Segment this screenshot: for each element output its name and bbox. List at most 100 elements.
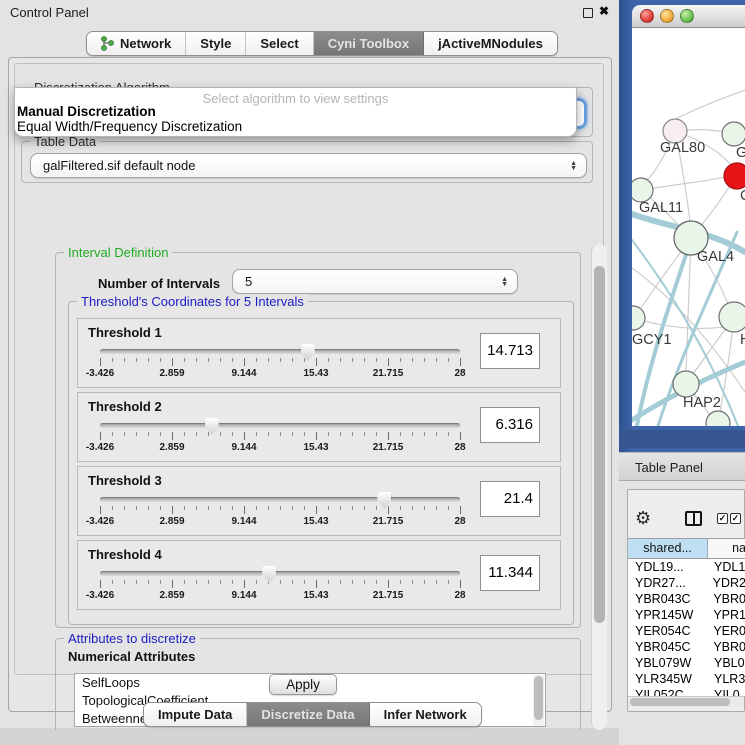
tab-cyni-toolbox[interactable]: Cyni Toolbox xyxy=(314,32,424,55)
table-row[interactable]: YIL052CYIL0 xyxy=(628,687,745,696)
slider-tick xyxy=(292,580,293,584)
slider-tick xyxy=(352,432,353,436)
slider-tick xyxy=(184,580,185,584)
slider-tick xyxy=(316,580,317,588)
slider-tick xyxy=(112,506,113,510)
bottom-tab-discretize-data[interactable]: Discretize Data xyxy=(247,703,369,726)
threshold-value-field[interactable]: 11.344 xyxy=(480,555,540,591)
slider-tick xyxy=(352,580,353,584)
minimize-traffic-light-icon[interactable] xyxy=(660,9,674,23)
network-view-canvas[interactable]: GAL80GACGAL11GAL4GCY1HHAP2 xyxy=(632,28,745,426)
dropdown-item-manual[interactable]: Manual Discretization xyxy=(15,104,576,119)
slider-tick xyxy=(196,580,197,584)
table-row[interactable]: YLR345WYLR3 xyxy=(628,671,745,687)
slider-tick xyxy=(232,580,233,584)
slider-tick xyxy=(124,506,125,510)
tab-network[interactable]: Network xyxy=(87,32,186,55)
columns-icon[interactable] xyxy=(685,511,702,526)
slider-tick xyxy=(124,358,125,362)
attribute-list-scrollbar[interactable] xyxy=(533,675,544,727)
bottom-tab-impute-data[interactable]: Impute Data xyxy=(144,703,247,726)
slider-tick xyxy=(424,432,425,436)
network-node[interactable] xyxy=(724,163,745,189)
cyni-toolbox-panel: Discretization Algorithm Table Data galF… xyxy=(8,57,612,712)
slider-track[interactable] xyxy=(100,497,460,502)
network-node[interactable] xyxy=(719,302,745,332)
slider-tick xyxy=(460,432,461,440)
dropdown-hint-item[interactable]: Select algorithm to view settings xyxy=(15,88,576,104)
table-row[interactable]: YBR043CYBR0 xyxy=(628,591,745,607)
combo-spinner-icon[interactable]: ▲▼ xyxy=(501,277,508,287)
column-header-shared-name[interactable]: shared... xyxy=(628,539,708,558)
cell-name: YDL1 xyxy=(709,559,745,575)
num-intervals-combobox[interactable]: 5 ▲▼ xyxy=(232,269,518,294)
checkbox-icon[interactable]: ✓ xyxy=(730,513,741,524)
table-row[interactable]: YDR27...YDR2 xyxy=(628,575,745,591)
slider-track[interactable] xyxy=(100,423,460,428)
network-node[interactable] xyxy=(722,122,745,146)
network-node[interactable] xyxy=(632,178,653,202)
slider-tick xyxy=(388,432,389,440)
dropdown-item-equal-width[interactable]: Equal Width/Frequency Discretization xyxy=(15,119,576,134)
slider-tick xyxy=(220,432,221,436)
slider-tick xyxy=(436,432,437,436)
slider-tick xyxy=(292,358,293,362)
scrollbar-thumb[interactable] xyxy=(594,266,605,623)
slider-tick xyxy=(196,358,197,362)
bottom-tab-label: Discretize Data xyxy=(261,707,354,722)
algorithm-dropdown-popup: Select algorithm to view settings Manual… xyxy=(14,87,577,137)
slider-tick xyxy=(280,580,281,584)
table-row[interactable]: YER054CYER0 xyxy=(628,623,745,639)
slider-thumb[interactable] xyxy=(205,418,219,435)
slider-tick xyxy=(388,580,389,588)
threshold-value-field[interactable]: 14.713 xyxy=(480,333,540,369)
cell-shared-name: YIL052C xyxy=(628,687,709,696)
table-row[interactable]: YPR145WYPR1 xyxy=(628,607,745,623)
gear-icon[interactable]: ⚙ xyxy=(635,508,651,528)
slider-tick xyxy=(388,358,389,366)
slider-tick xyxy=(112,580,113,584)
close-traffic-light-icon[interactable] xyxy=(640,9,654,23)
network-icon xyxy=(101,36,114,51)
network-node[interactable] xyxy=(706,411,730,426)
combo-spinner-icon[interactable]: ▲▼ xyxy=(570,161,577,171)
threshold-value-field[interactable]: 6.316 xyxy=(480,407,540,443)
tab-label: Style xyxy=(200,36,231,51)
scale-label: 9.144 xyxy=(231,516,256,527)
slider-tick xyxy=(172,580,173,588)
column-header-name[interactable]: na xyxy=(708,539,745,558)
table-row[interactable]: YDL19...YDL1 xyxy=(628,559,745,575)
bottom-tab-infer-network[interactable]: Infer Network xyxy=(370,703,481,726)
tab-select[interactable]: Select xyxy=(246,32,313,55)
vertical-scrollbar[interactable] xyxy=(591,244,607,730)
network-node[interactable] xyxy=(673,371,699,397)
table-data-value: galFiltered.sif default node xyxy=(31,158,570,173)
slider-thumb[interactable] xyxy=(301,344,315,361)
network-window-titlebar[interactable] xyxy=(632,5,745,28)
slider-track[interactable] xyxy=(100,349,460,354)
tab-style[interactable]: Style xyxy=(186,32,246,55)
scale-label: 2.859 xyxy=(159,516,184,527)
tab-jactivemnodules[interactable]: jActiveMNodules xyxy=(424,32,557,55)
node-table-container: ⚙ ✓ ✓ shared... na YDL19...YDL1YDR27...Y… xyxy=(627,489,745,712)
bottom-tab-label: Infer Network xyxy=(384,707,467,722)
slider-tick xyxy=(448,432,449,436)
apply-button[interactable]: Apply xyxy=(269,674,337,695)
slider-track[interactable] xyxy=(100,571,460,576)
scrollbar-thumb[interactable] xyxy=(630,698,730,706)
table-body: YDL19...YDL1YDR27...YDR2YBR043CYBR0YPR14… xyxy=(628,559,745,696)
slider-tick xyxy=(112,358,113,362)
float-window-icon[interactable] xyxy=(583,8,593,18)
close-icon[interactable]: ✖ xyxy=(599,4,609,18)
slider-thumb[interactable] xyxy=(262,566,276,583)
zoom-traffic-light-icon[interactable] xyxy=(680,9,694,23)
slider-thumb[interactable] xyxy=(377,492,391,509)
checkbox-icon[interactable]: ✓ xyxy=(717,513,728,524)
table-data-combobox[interactable]: galFiltered.sif default node ▲▼ xyxy=(30,153,587,178)
threshold-value-field[interactable]: 21.4 xyxy=(480,481,540,517)
horizontal-scrollbar[interactable] xyxy=(628,696,744,707)
table-row[interactable]: YBL079WYBL0 xyxy=(628,655,745,671)
threshold-label: Threshold 4 xyxy=(88,547,162,562)
network-node[interactable] xyxy=(632,306,645,330)
table-row[interactable]: YBR045CYBR0 xyxy=(628,639,745,655)
